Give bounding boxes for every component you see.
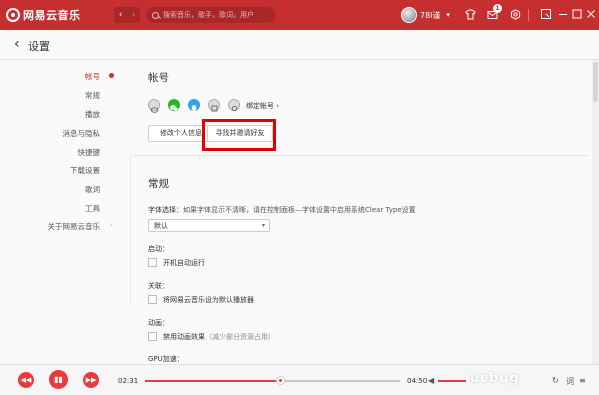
sidebar-item-playback[interactable]: 播放: [85, 109, 100, 120]
highlight-box: [202, 119, 276, 151]
sidebar-item-lyrics[interactable]: 歌词: [85, 184, 100, 195]
font-hint: 字体选择：如果字体显示不清晰，请在控制面板—字体设置中启用系统Clear Typ…: [148, 205, 416, 215]
font-hint-text: 如果字体显示不清晰，请在控制面板—字体设置中启用系统Clear Type设置: [183, 206, 416, 214]
search-box[interactable]: [146, 7, 276, 23]
sidebar-item-account[interactable]: 帐号: [85, 71, 100, 82]
pause-button[interactable]: ▮▮: [49, 370, 68, 389]
skin-icon[interactable]: [465, 9, 476, 20]
search-input[interactable]: [163, 11, 273, 19]
chevron-down-icon: ▾: [261, 222, 265, 229]
gpu-label: GPU加速：: [148, 355, 184, 363]
titlebar-divider: [528, 9, 529, 21]
netease-account-icon[interactable]: [208, 99, 220, 112]
scrollbar-track[interactable]: [592, 60, 599, 364]
duration-time: 04:50: [407, 377, 428, 385]
disable-animation-option[interactable]: 禁用动画效果（减少部分资源占用）: [163, 332, 275, 342]
lyrics-icon[interactable]: 词: [566, 376, 574, 387]
app-logo-text: 网易云音乐: [23, 9, 81, 22]
bind-account-link[interactable]: 绑定帐号 ›: [246, 101, 279, 111]
history-nav: ‹ ›: [114, 7, 140, 23]
default-player-option[interactable]: 将网易云音乐设为默认播放器: [163, 295, 254, 305]
disable-animation-note: （减少部分资源占用）: [205, 333, 275, 341]
playlist-icon[interactable]: ≡: [579, 376, 586, 385]
progress-fill: [145, 380, 280, 382]
forward-button[interactable]: ›: [127, 7, 140, 23]
elapsed-time: 02:31: [118, 377, 139, 385]
title-bar: 网易云音乐 ‹ › 78l谨 ▾ 1: [0, 0, 599, 30]
sidebar-item-privacy[interactable]: 消息与隐私: [63, 128, 101, 139]
account-section-title: 帐号: [148, 72, 169, 84]
back-button[interactable]: ‹: [114, 7, 127, 23]
avatar[interactable]: [401, 7, 417, 23]
qq-icon[interactable]: [188, 99, 200, 111]
progress-handle[interactable]: [276, 376, 285, 385]
section-divider: [133, 155, 588, 156]
general-section-title: 常规: [148, 178, 169, 190]
sidebar-item-download[interactable]: 下载设置: [70, 165, 100, 176]
disable-animation-text: 禁用动画效果: [163, 333, 205, 341]
startup-option[interactable]: 开机自动运行: [163, 258, 205, 268]
sidebar-divider: [130, 155, 131, 305]
sidebar-item-shortcuts[interactable]: 快捷键: [78, 147, 101, 158]
font-select-value: 默认: [154, 222, 168, 230]
message-badge: 1: [493, 4, 502, 13]
sidebar-item-about[interactable]: 关于网易云音乐: [48, 221, 101, 232]
settings-sidebar: 帐号 常规 播放 消息与隐私 快捷键 下载设置 歌词 工具 关于网易云音乐: [0, 60, 130, 232]
username[interactable]: 78l谨: [420, 10, 440, 21]
minimize-icon[interactable]: [557, 8, 569, 20]
default-player-checkbox[interactable]: [148, 295, 157, 304]
scrollbar-thumb[interactable]: [593, 62, 598, 102]
netease-music-logo-icon: [6, 8, 20, 22]
active-indicator: [109, 73, 114, 78]
disable-animation-checkbox[interactable]: [148, 332, 157, 341]
phone-icon[interactable]: [228, 99, 240, 112]
page-title: 设置: [28, 40, 50, 53]
association-label: 关联：: [148, 282, 169, 290]
sidebar-item-general[interactable]: 常规: [85, 90, 100, 101]
animation-label: 动画：: [148, 319, 169, 327]
search-icon: [152, 11, 159, 19]
weibo-icon[interactable]: [148, 99, 160, 113]
settings-header: ‹ 设置: [0, 30, 599, 60]
chevron-down-icon[interactable]: ▾: [446, 11, 450, 19]
next-track-button[interactable]: ▶▶: [83, 372, 99, 388]
wechat-icon[interactable]: [168, 99, 180, 112]
watermark: ucbug: [470, 371, 520, 386]
maximize-icon[interactable]: [571, 8, 583, 20]
sidebar-item-tools[interactable]: 工具: [85, 203, 100, 214]
settings-icon[interactable]: [510, 9, 521, 20]
back-arrow-icon[interactable]: ‹: [14, 37, 20, 51]
font-select[interactable]: 默认 ▾: [148, 219, 270, 232]
font-label: 字体选择：: [148, 206, 183, 214]
app-logo[interactable]: 网易云音乐: [6, 7, 81, 23]
close-icon[interactable]: [585, 8, 597, 20]
chevron-right-icon: ›: [110, 222, 113, 229]
volume-fill[interactable]: [438, 380, 466, 382]
volume-icon[interactable]: ◀: [428, 376, 434, 385]
startup-label: 启动：: [148, 245, 169, 253]
user-menu[interactable]: 78l谨 ▾: [401, 7, 450, 23]
startup-checkbox[interactable]: [148, 258, 157, 267]
loop-mode-icon[interactable]: ↻: [552, 376, 559, 385]
previous-track-button[interactable]: ◀◀: [18, 372, 34, 388]
mini-mode-icon[interactable]: [540, 8, 552, 20]
